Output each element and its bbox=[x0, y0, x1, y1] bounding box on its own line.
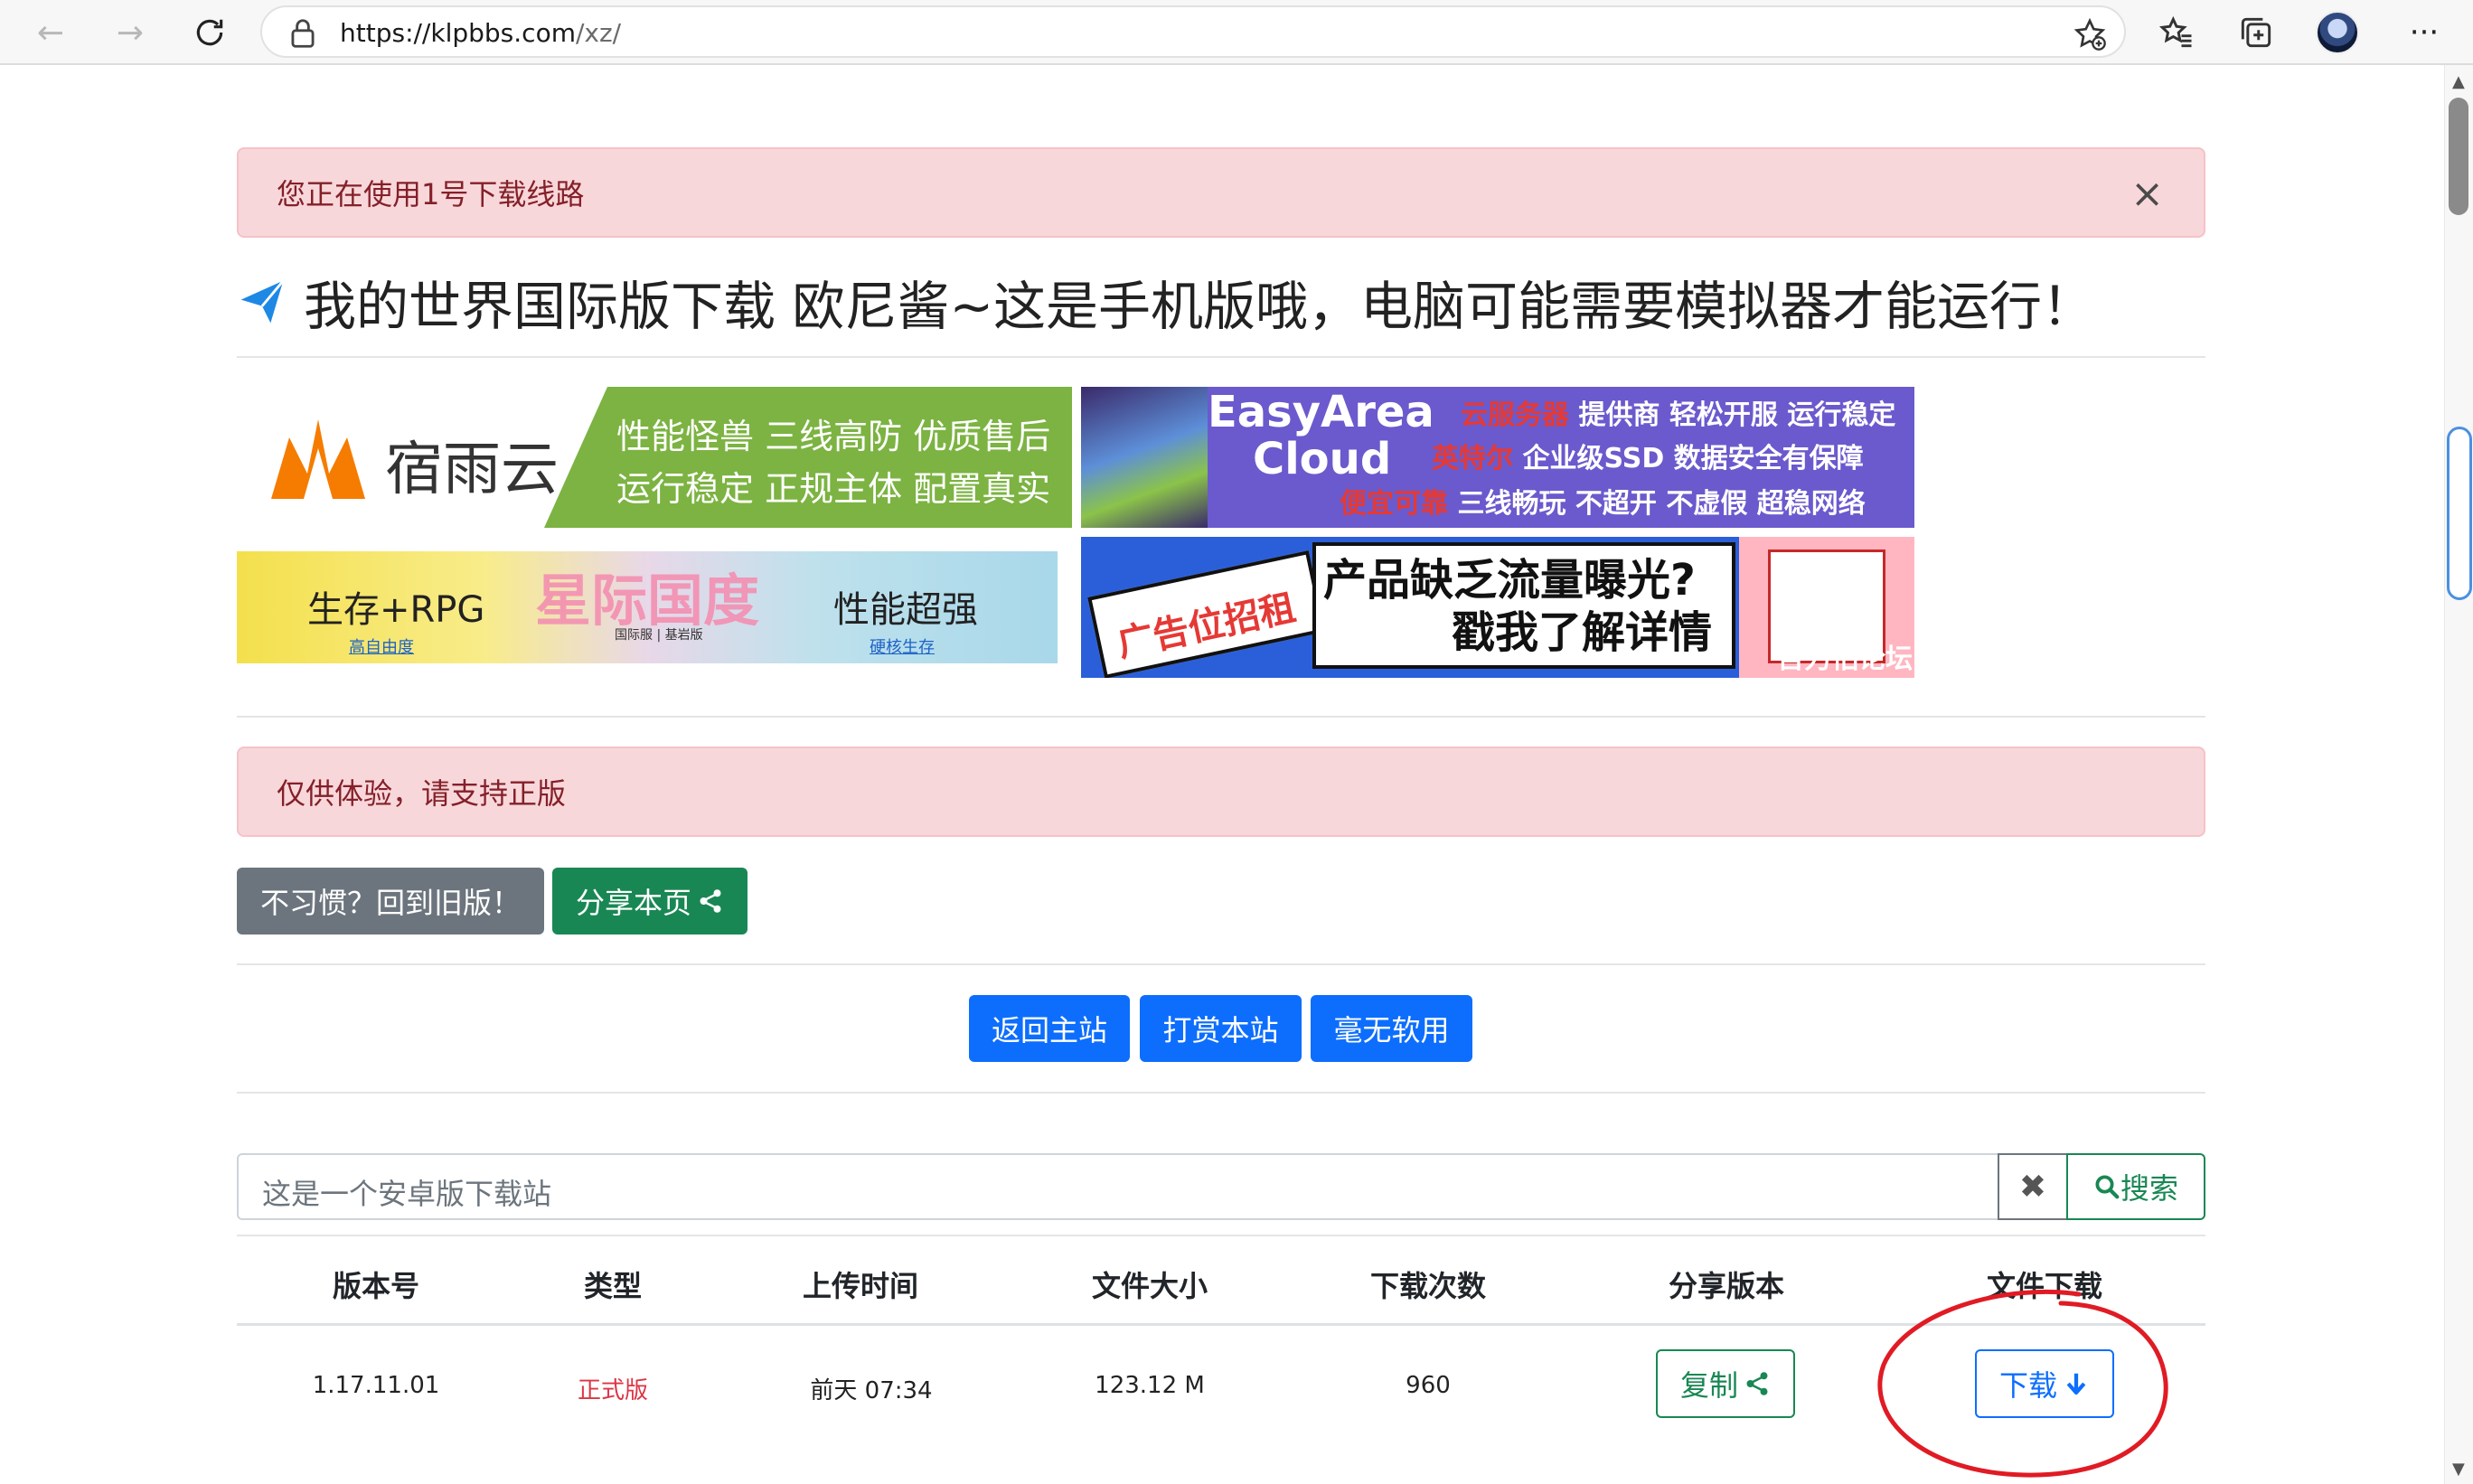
divider bbox=[237, 1235, 2205, 1236]
ad-banner-xingji[interactable]: 生存+RPG 高自由度 星际国度 国际服 | 基岩版 性能超强 硬核生存 bbox=[237, 551, 1058, 663]
profile-avatar[interactable] bbox=[2316, 11, 2359, 54]
back-icon[interactable]: ← bbox=[27, 9, 74, 56]
col-header-upload-time: 上传时间 bbox=[802, 1269, 919, 1303]
ad-banner-easyarea[interactable]: EasyArea Cloud 云服务器 提供商 轻松开服 运行稳定 英特尔 企业… bbox=[1081, 387, 1914, 528]
divider bbox=[237, 356, 2205, 358]
favorites-icon[interactable] bbox=[2157, 13, 2196, 52]
share-icon bbox=[1746, 1372, 1768, 1395]
share-icon bbox=[700, 889, 721, 913]
divider bbox=[237, 716, 2205, 718]
lock-icon bbox=[291, 19, 315, 48]
col-header-version: 版本号 bbox=[332, 1269, 420, 1303]
cell-type: 正式版 bbox=[577, 1377, 649, 1404]
paper-plane-icon bbox=[240, 279, 285, 324]
no-software-button[interactable]: 毫无软用 bbox=[1311, 995, 1472, 1062]
copy-share-button[interactable]: 复制 bbox=[1656, 1349, 1795, 1418]
minecraft-scene-image bbox=[1081, 387, 1208, 528]
donate-button[interactable]: 打赏本站 bbox=[1140, 995, 1302, 1062]
scrollbar-thumb[interactable] bbox=[2449, 98, 2468, 215]
more-menu-icon[interactable]: ··· bbox=[2401, 9, 2448, 56]
add-favorite-icon[interactable] bbox=[2072, 16, 2108, 52]
cell-version: 1.17.11.01 bbox=[312, 1372, 440, 1399]
ad-banner-suyuyun[interactable]: 宿雨云 性能怪兽 三线高防 优质售后 运行稳定 正规主体 配置真实 bbox=[237, 387, 1072, 528]
browser-toolbar: ← → https://klpbbs.com/xz/ ··· bbox=[0, 0, 2473, 65]
close-icon[interactable]: × bbox=[2130, 174, 2164, 214]
vertical-scrollbar[interactable]: ▲ ▼ bbox=[2444, 65, 2473, 1484]
scroll-up-icon[interactable]: ▲ bbox=[2452, 72, 2465, 91]
download-line-alert: 您正在使用1号下载线路 × bbox=[237, 147, 2205, 238]
scroll-down-icon[interactable]: ▼ bbox=[2452, 1460, 2465, 1479]
alert-text: 您正在使用1号下载线路 bbox=[277, 177, 585, 211]
old-version-button[interactable]: 不习惯？回到旧版！ bbox=[237, 868, 544, 935]
col-header-type: 类型 bbox=[583, 1269, 643, 1303]
scrollbar-handle-overlay[interactable] bbox=[2447, 427, 2472, 600]
col-header-downloads: 下载次数 bbox=[1369, 1269, 1487, 1303]
search-group: 这是一个安卓版下载站 ✖ 搜索 bbox=[237, 1153, 2205, 1220]
clear-search-button[interactable]: ✖ bbox=[1998, 1153, 2068, 1220]
cell-file-size: 123.12 M bbox=[1095, 1372, 1205, 1399]
cell-downloads: 960 bbox=[1406, 1372, 1451, 1399]
annotation-circle bbox=[1877, 1289, 2168, 1478]
ad-banner-rent[interactable]: 广告位招租 产品缺乏流量曝光? 戳我了解详情 苦力怕论坛 bbox=[1081, 537, 1914, 678]
home-button[interactable]: 返回主站 bbox=[969, 995, 1130, 1062]
url-text: https://klpbbs.com/xz/ bbox=[340, 18, 622, 48]
search-icon bbox=[2095, 1175, 2120, 1199]
share-page-button[interactable]: 分享本页 bbox=[552, 868, 748, 935]
search-input[interactable]: 这是一个安卓版下载站 bbox=[237, 1153, 1999, 1220]
col-header-share: 分享版本 bbox=[1668, 1269, 1785, 1303]
refresh-icon[interactable] bbox=[186, 9, 233, 56]
alert-text: 仅供体验，请支持正版 bbox=[277, 776, 567, 811]
divider bbox=[237, 963, 2205, 965]
divider bbox=[237, 1092, 2205, 1094]
cell-upload-time: 前天 07:34 bbox=[810, 1377, 933, 1404]
forward-icon[interactable]: → bbox=[107, 9, 154, 56]
address-bar[interactable]: https://klpbbs.com/xz/ bbox=[260, 5, 2126, 58]
search-button[interactable]: 搜索 bbox=[2066, 1153, 2205, 1220]
col-header-file-size: 文件大小 bbox=[1091, 1269, 1208, 1303]
page-title: 我的世界国际版下载 欧尼酱~这是手机版哦，电脑可能需要模拟器才能运行！ bbox=[237, 264, 2094, 340]
support-genuine-alert: 仅供体验，请支持正版 bbox=[237, 747, 2205, 837]
suyuyun-logo-icon bbox=[271, 419, 365, 499]
collections-icon[interactable] bbox=[2236, 13, 2276, 52]
